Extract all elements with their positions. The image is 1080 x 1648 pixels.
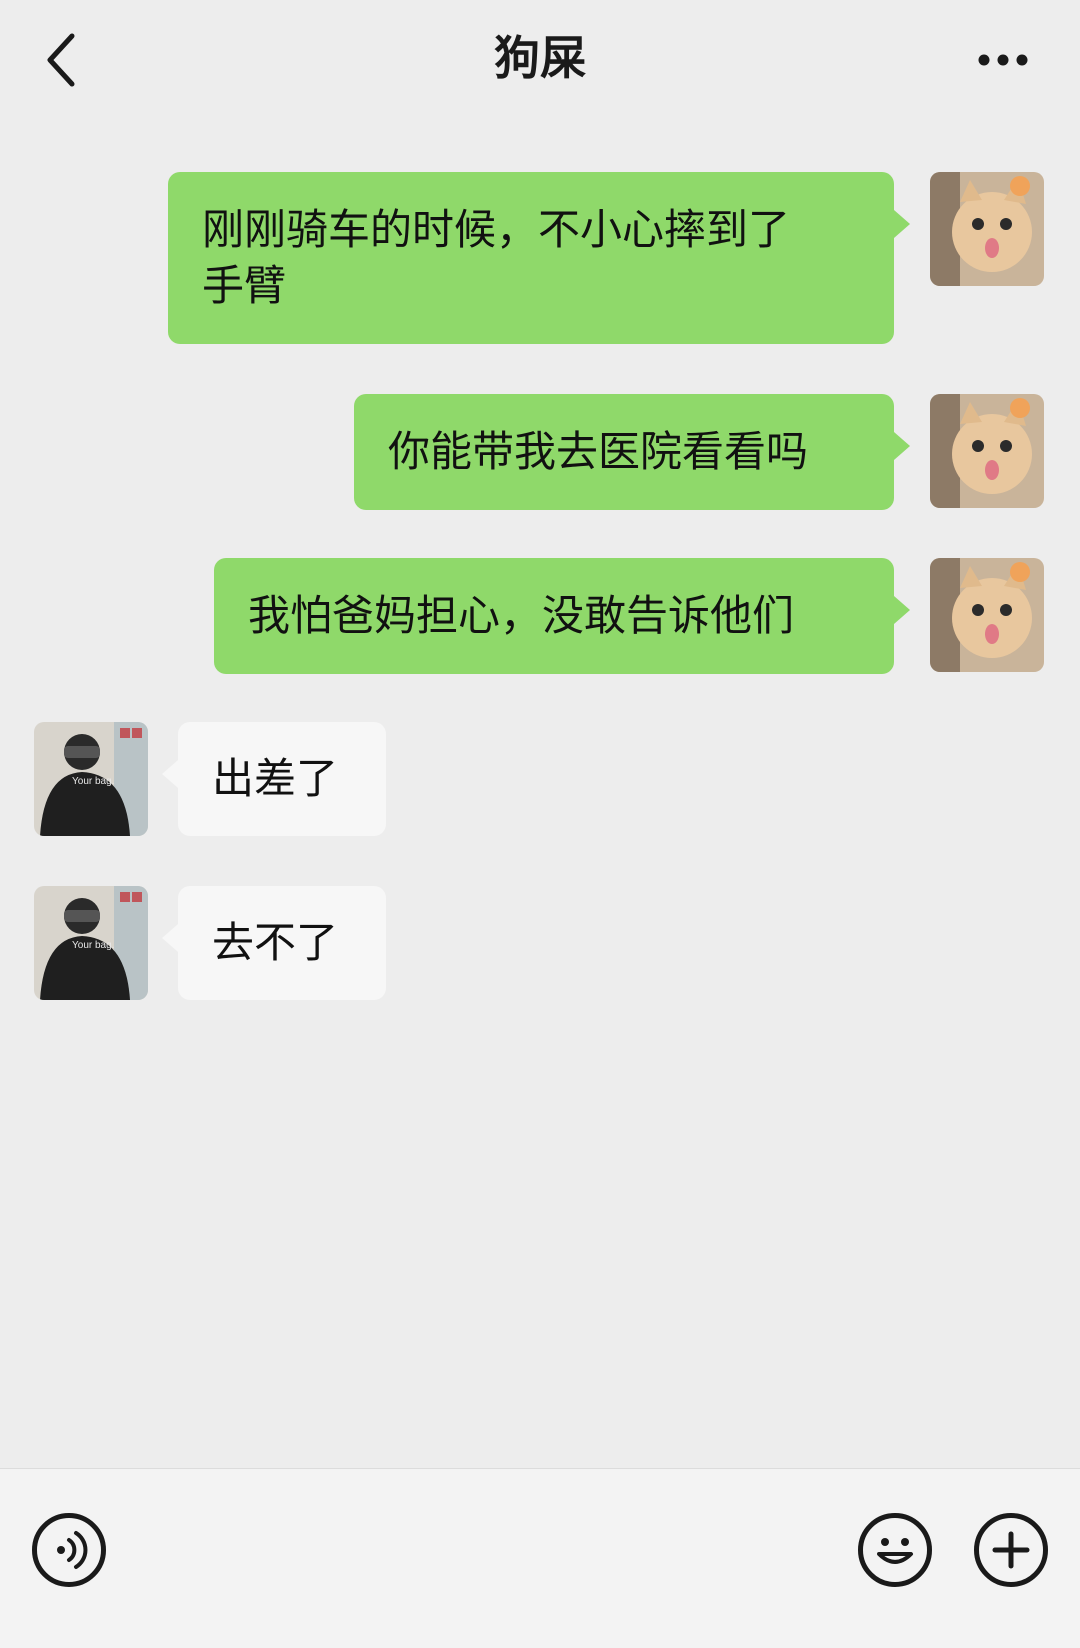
message-bubble-sent[interactable]: 你能带我去医院看看吗 xyxy=(354,394,910,510)
plus-icon xyxy=(992,1531,1030,1569)
message-text: 刚刚骑车的时候，不小心摔到了 xyxy=(202,205,791,254)
chat-title: 狗屎 xyxy=(494,31,586,85)
cat-avatar[interactable] xyxy=(930,558,1044,672)
input-bar xyxy=(0,1468,1080,1648)
cat-avatar[interactable] xyxy=(930,394,1044,508)
plus-button[interactable] xyxy=(974,1513,1048,1587)
avatar-caption: Your bag. xyxy=(72,940,114,951)
more-dots-icon[interactable] xyxy=(976,42,1030,78)
person-avatar[interactable]: Your bag. xyxy=(34,886,148,1000)
emoji-button[interactable] xyxy=(858,1513,932,1587)
message-text: 手臂 xyxy=(202,261,287,310)
message-text: 去不了 xyxy=(212,918,339,967)
cat-avatar[interactable] xyxy=(930,172,1044,286)
person-avatar[interactable]: Your bag. xyxy=(34,722,148,836)
voice-button[interactable] xyxy=(32,1513,106,1587)
emoji-icon xyxy=(877,1538,913,1564)
message-text: 你能带我去医院看看吗 xyxy=(388,427,809,476)
message-bubble-received[interactable]: 去不了 xyxy=(162,886,386,1000)
voice-icon xyxy=(57,1531,88,1569)
message-bubble-sent[interactable]: 刚刚骑车的时候，不小心摔到了 手臂 xyxy=(168,172,910,344)
message-text: 我怕爸妈担心，没敢告诉他们 xyxy=(248,591,795,640)
message-text: 出差了 xyxy=(212,754,339,803)
message-bubble-received[interactable]: 出差了 xyxy=(162,722,386,836)
avatar-caption: Your bag. xyxy=(72,776,114,787)
message-bubble-sent[interactable]: 我怕爸妈担心，没敢告诉他们 xyxy=(214,558,910,674)
chat-header: 狗屎 xyxy=(0,0,1080,125)
